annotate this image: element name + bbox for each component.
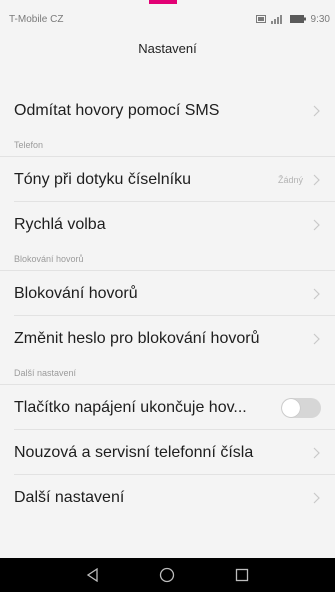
accent-indicator xyxy=(149,0,177,4)
row-label: Další nastavení xyxy=(14,488,125,506)
section-header-call-blocking: Blokování hovorů xyxy=(0,247,335,271)
chevron-right-icon xyxy=(313,492,321,504)
recents-icon[interactable] xyxy=(230,563,254,587)
sim-icon xyxy=(255,15,266,23)
row-barring-password[interactable]: Změnit heslo pro blokování hovorů xyxy=(0,316,335,361)
navigation-bar xyxy=(0,558,335,592)
row-label: Rychlá volba xyxy=(14,215,106,233)
row-label: Tóny při dotyku číselníku xyxy=(14,170,191,188)
battery-icon xyxy=(289,15,306,23)
row-more-settings[interactable]: Další nastavení xyxy=(0,475,335,520)
row-label: Změnit heslo pro blokování hovorů xyxy=(14,329,260,347)
row-label: Odmítat hovory pomocí SMS xyxy=(14,101,220,119)
chevron-right-icon xyxy=(313,447,321,459)
row-dialpad-tones[interactable]: Tóny při dotyku číselníku Žádný xyxy=(0,157,335,202)
signal-icon xyxy=(270,14,285,24)
toggle-knob xyxy=(282,398,300,417)
chevron-right-icon xyxy=(313,219,321,231)
row-label: Tlačítko napájení ukončuje hov... xyxy=(14,398,247,416)
row-label: Blokování hovorů xyxy=(14,284,138,302)
page-title: Nastavení xyxy=(138,40,197,56)
status-bar: T-Mobile CZ 9:30 xyxy=(0,10,335,28)
chevron-right-icon xyxy=(313,174,321,186)
row-power-ends-call[interactable]: Tlačítko napájení ukončuje hov... xyxy=(0,385,335,430)
home-icon[interactable] xyxy=(155,563,179,587)
row-speed-dial[interactable]: Rychlá volba xyxy=(0,202,335,247)
carrier-name: T-Mobile CZ xyxy=(9,13,64,25)
section-header-more: Další nastavení xyxy=(0,361,335,385)
row-sms-reject[interactable]: Odmítat hovory pomocí SMS xyxy=(0,88,335,133)
chevron-right-icon xyxy=(313,288,321,300)
row-call-barring[interactable]: Blokování hovorů xyxy=(0,271,335,316)
row-value: Žádný xyxy=(277,174,303,185)
settings-list: Odmítat hovory pomocí SMS Telefon Tóny p… xyxy=(0,68,335,520)
row-emergency-numbers[interactable]: Nouzová a servisní telefonní čísla xyxy=(0,430,335,475)
back-icon[interactable] xyxy=(81,563,105,587)
row-label: Nouzová a servisní telefonní čísla xyxy=(14,443,254,461)
chevron-right-icon xyxy=(313,333,321,345)
clock: 9:30 xyxy=(310,13,330,25)
power-ends-call-toggle[interactable] xyxy=(281,397,321,418)
chevron-right-icon xyxy=(313,105,321,117)
section-header-phone: Telefon xyxy=(0,133,335,157)
